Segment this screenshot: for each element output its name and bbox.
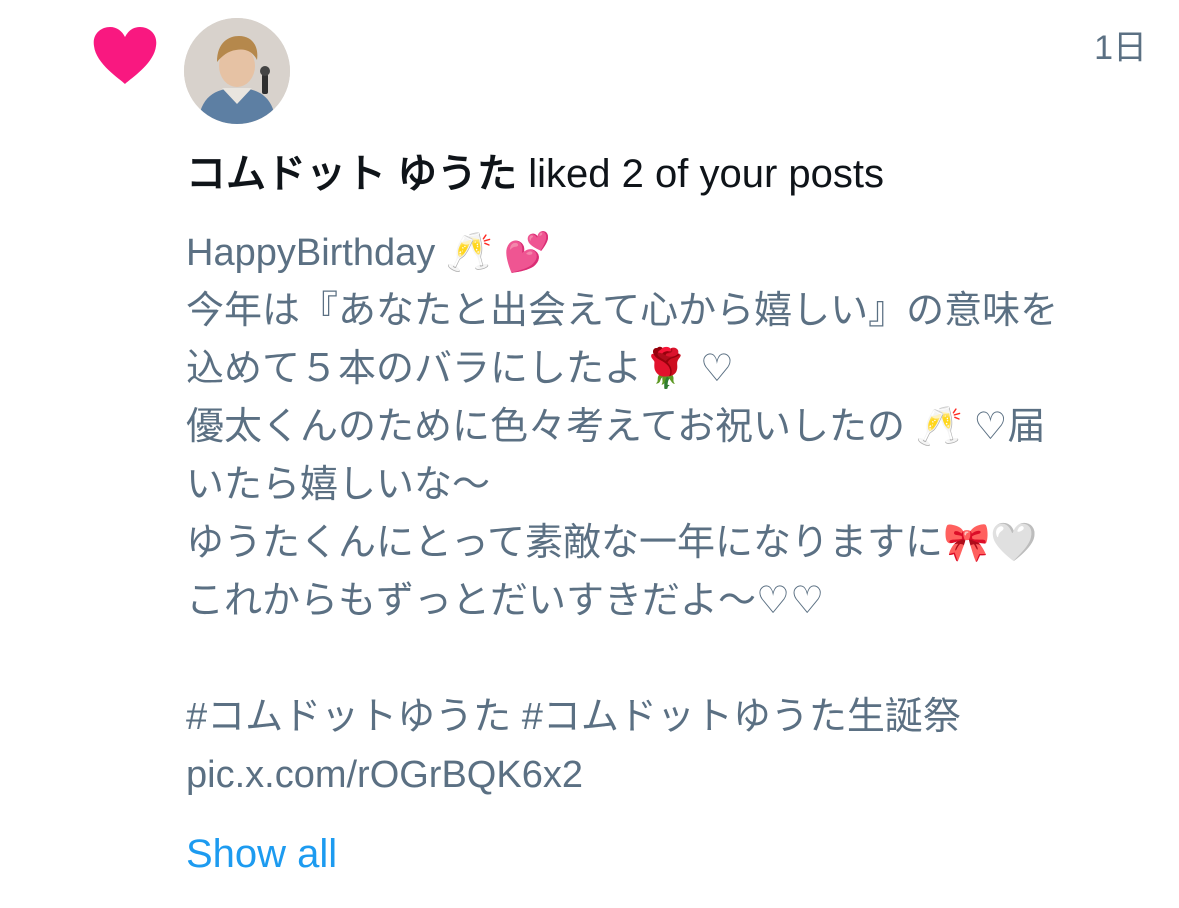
post-line: いたら嬉しいな〜 bbox=[186, 464, 491, 506]
post-line: ゆうたくんにとって素敵な一年になりますに🎀🤍 bbox=[186, 522, 1038, 564]
user-name-link[interactable]: コムドット ゆうた bbox=[186, 152, 517, 196]
action-text: liked 2 of your posts bbox=[517, 152, 884, 196]
timestamp: 1日 bbox=[1094, 29, 1147, 67]
post-line: HappyBirthday 🥂 💕 bbox=[186, 232, 551, 274]
post-line: 優太くんのために色々考えてお祝いしたの 🥂 ♡届 bbox=[186, 406, 1046, 448]
post-line-blank bbox=[186, 630, 1156, 688]
post-line: 今年は『あなたと出会えて心から嬉しい』の意味を bbox=[186, 290, 1059, 332]
like-notification[interactable]: 1日 コムドット ゆうた liked 2 of your posts Happy… bbox=[0, 0, 1179, 908]
post-text[interactable]: HappyBirthday 🥂 💕 今年は『あなたと出会えて心から嬉しい』の意味… bbox=[186, 224, 1156, 804]
show-all-link[interactable]: Show all bbox=[186, 830, 337, 878]
avatar[interactable] bbox=[184, 18, 290, 124]
hashtags-line[interactable]: #コムドットゆうた #コムドットゆうた生誕祭 bbox=[186, 688, 1156, 746]
heart-icon bbox=[93, 27, 157, 84]
post-line: これからもずっとだいすきだよ〜♡♡ bbox=[186, 580, 825, 622]
avatar-image bbox=[184, 18, 290, 124]
post-line: 込めて５本のバラにしたよ🌹 ♡ bbox=[186, 348, 734, 390]
media-link[interactable]: pic.x.com/rOGrBQK6x2 bbox=[186, 746, 1156, 804]
notification-headline: コムドット ゆうた liked 2 of your posts bbox=[186, 150, 884, 198]
